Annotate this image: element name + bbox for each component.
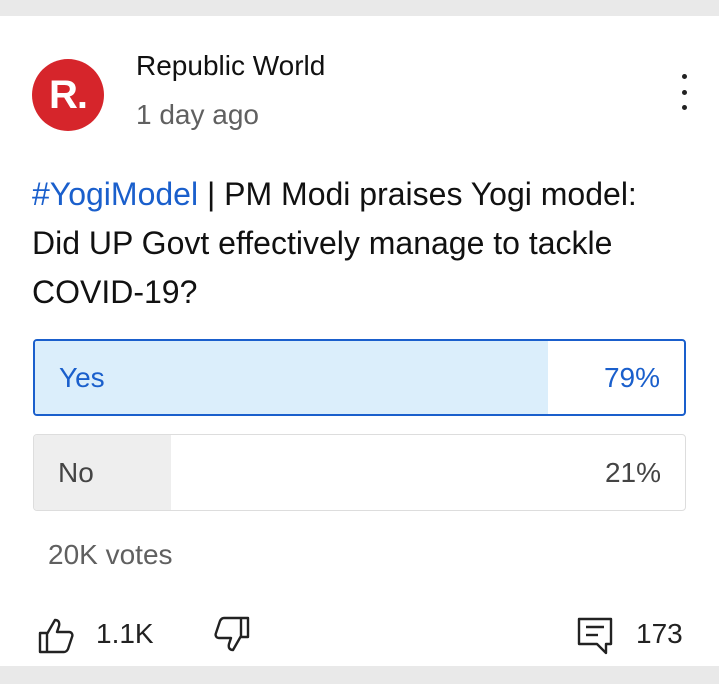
poll-fill-yes <box>35 341 548 414</box>
poll-option-percent: 79% <box>603 361 660 393</box>
community-post-card: R. Republic World 1 day ago #YogiModel |… <box>0 16 719 666</box>
poll-fill-no <box>34 435 171 510</box>
channel-name[interactable]: Republic World <box>136 50 325 82</box>
channel-avatar[interactable]: R. <box>32 59 104 131</box>
like-count: 1.1K <box>96 618 154 649</box>
avatar-letter: R. <box>49 72 88 117</box>
poll-option-percent: 21% <box>604 456 661 488</box>
post-text: #YogiModel | PM Modi praises Yogi model:… <box>32 170 692 317</box>
comment-count: 173 <box>636 618 683 649</box>
thumb-up-icon[interactable] <box>36 616 76 656</box>
comment-icon[interactable] <box>576 616 614 656</box>
poll-option-no[interactable]: No 21% <box>33 434 686 511</box>
poll-option-label: No <box>58 456 94 488</box>
hashtag-link[interactable]: #YogiModel <box>32 176 198 212</box>
vote-count: 20K votes <box>48 539 173 570</box>
thumb-down-icon[interactable] <box>212 614 252 654</box>
poll-option-label: Yes <box>59 361 105 393</box>
post-time: 1 day ago <box>136 99 259 130</box>
action-bar: 1.1K 173 <box>0 610 719 660</box>
poll-option-yes[interactable]: Yes 79% <box>33 339 686 416</box>
more-vert-icon[interactable] <box>672 74 696 110</box>
